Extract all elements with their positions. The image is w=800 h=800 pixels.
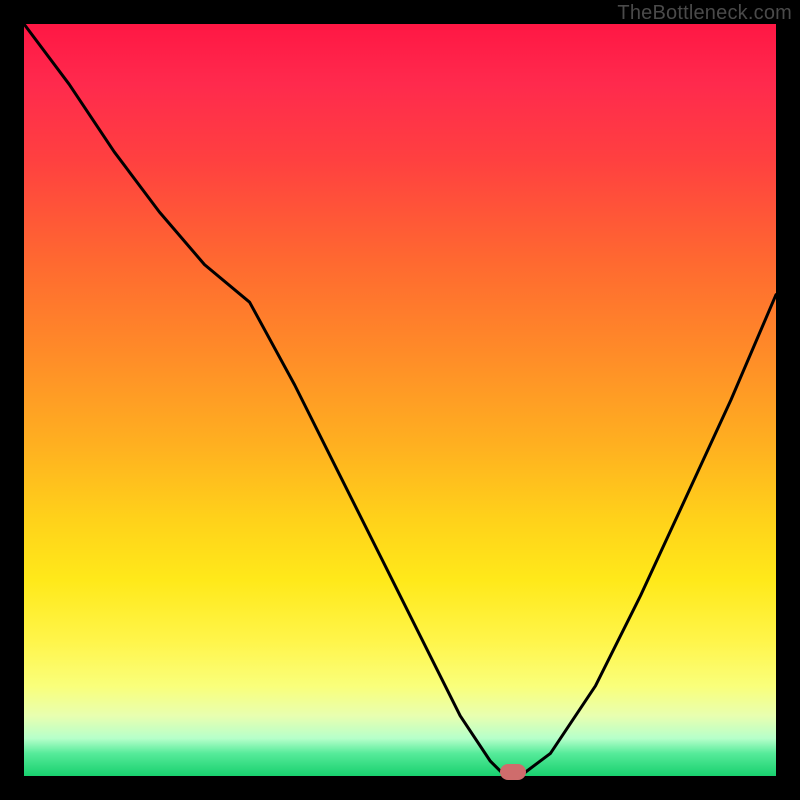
bottleneck-curve: [24, 24, 776, 776]
optimal-marker: [500, 764, 526, 780]
plot-area: [24, 24, 776, 776]
attribution-watermark: TheBottleneck.com: [617, 2, 792, 25]
chart-frame: TheBottleneck.com: [0, 0, 800, 800]
